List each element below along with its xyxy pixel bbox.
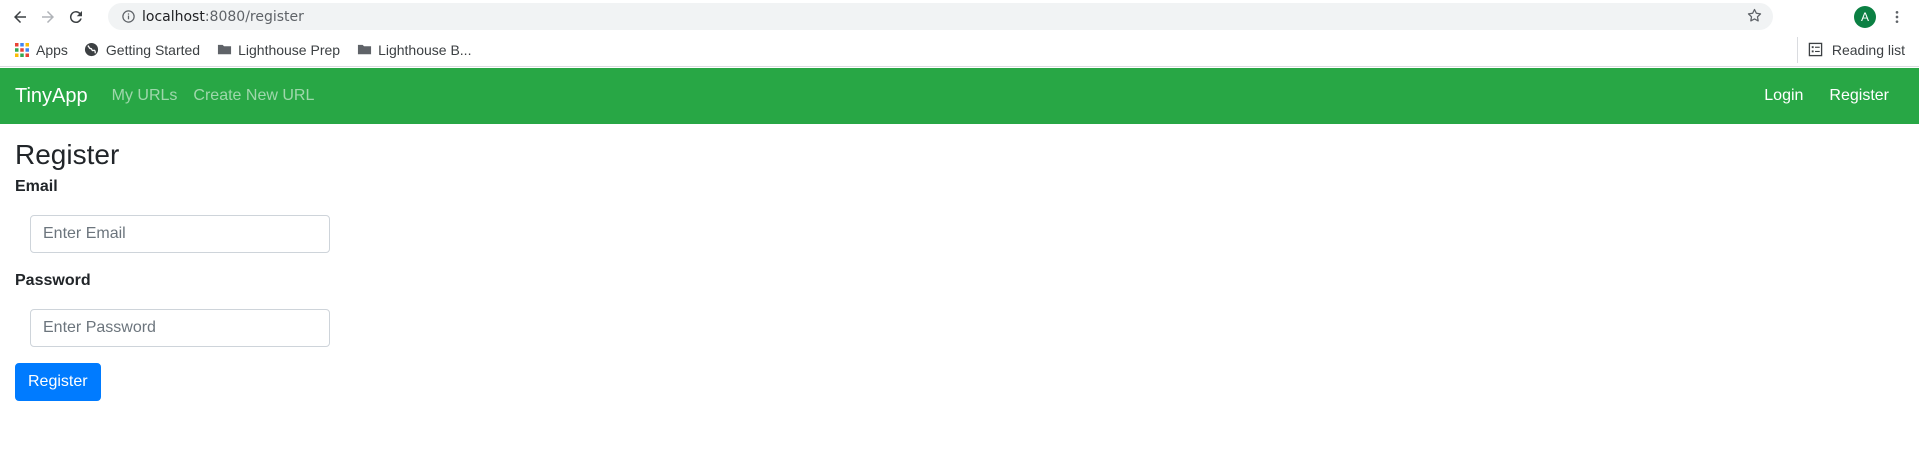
arrow-right-icon [42,10,54,23]
folder-icon [356,42,372,58]
register-button[interactable]: Register [15,362,101,401]
bookmark-star-icon[interactable] [1746,7,1763,29]
back-button[interactable] [6,3,34,31]
browser-toolbar: localhost:8080/register A [0,0,1919,33]
email-input[interactable] [30,214,330,253]
nav-link-my-urls[interactable]: My URLs [112,87,178,105]
bookmark-folder-lighthouse-b[interactable]: Lighthouse B... [348,37,479,63]
nav-link-login[interactable]: Login [1764,87,1803,105]
apps-grid-icon [14,42,30,58]
arrow-left-icon [14,10,26,23]
bookmark-label: Lighthouse B... [378,41,472,58]
bookmarks-bar: Apps Getting Started Lighthouse Prep Lig… [0,33,1919,67]
brand-link[interactable]: TinyApp [15,85,88,108]
profile-avatar[interactable]: A [1854,6,1876,28]
forward-button[interactable] [34,3,62,31]
nav-link-create-new-url[interactable]: Create New URL [193,87,314,105]
nav-link-register[interactable]: Register [1829,87,1889,105]
app-navbar: TinyApp My URLs Create New URL Login Reg… [0,68,1919,124]
folder-icon [216,42,232,58]
register-form: Register Email Password Register [15,138,615,401]
reload-icon [69,10,82,23]
address-bar[interactable]: localhost:8080/register [108,3,1773,30]
nav-right-group: Login Register [1738,68,1889,124]
reload-button[interactable] [62,3,90,31]
bookmark-getting-started[interactable]: Getting Started [76,37,208,63]
url-host: localhost [142,8,205,25]
bookmark-label: Getting Started [105,41,201,58]
reading-list-button[interactable]: Reading list [1796,37,1905,63]
password-label: Password [15,271,91,289]
more-vert-icon[interactable] [1888,6,1906,28]
bookmark-apps[interactable]: Apps [6,37,76,63]
bookmark-label: Lighthouse Prep [238,41,341,58]
bookmark-label: Apps [36,41,68,58]
password-input[interactable] [30,308,330,347]
info-icon[interactable] [114,9,142,24]
reading-list-label: Reading list [1831,42,1905,58]
reading-list-icon [1808,42,1824,58]
email-label: Email [15,177,58,195]
bookmark-folder-lighthouse-prep[interactable]: Lighthouse Prep [208,37,348,63]
url-text: localhost:8080/register [142,9,304,25]
page-title: Register [15,139,120,170]
url-path: :8080/register [204,8,304,25]
globe-icon [84,42,100,58]
